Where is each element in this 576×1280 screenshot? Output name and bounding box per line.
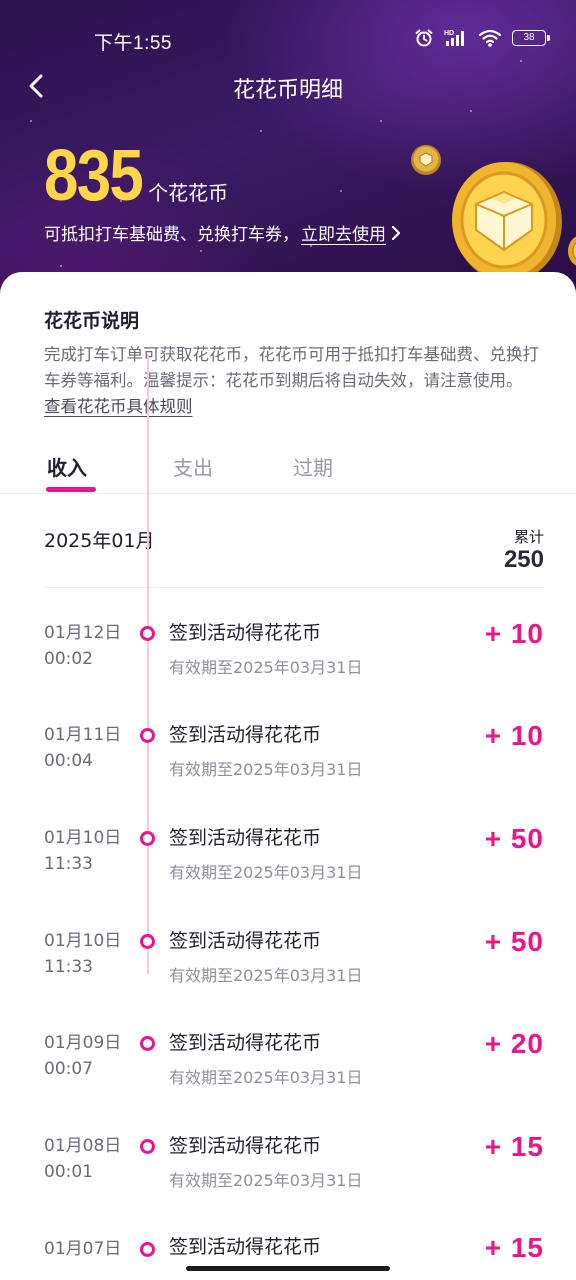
balance-description-text: 可抵扣打车基础费、兑换打车券， (44, 225, 299, 245)
entry-amount: + 50 (484, 823, 544, 854)
entry-time: 00:04 (44, 751, 93, 771)
wifi-icon (478, 29, 502, 47)
timeline-dot (140, 626, 155, 641)
entry-amount: + 10 (484, 720, 544, 751)
entry-amount: + 50 (484, 926, 544, 957)
timeline-dot (140, 1139, 155, 1154)
entry-expiry: 有效期至2025年03月31日 (169, 1068, 363, 1087)
timeline-dot (140, 1036, 155, 1051)
entry-amount: + 20 (484, 1028, 544, 1059)
page-title: 花花币明细 (232, 78, 343, 103)
signal-icon: HD (444, 30, 464, 46)
entry-amount: + 10 (484, 618, 544, 649)
timeline-dot (140, 1242, 155, 1257)
entry-title: 签到活动得花花币 (169, 1236, 322, 1258)
active-tab-indicator (46, 487, 96, 492)
entry-date: 01月11日 00:04 (44, 722, 121, 774)
list-item[interactable]: 01月10日 11:33 签到活动得花花币 有效期至2025年03月31日 + … (0, 926, 576, 1028)
entry-title: 签到活动得花花币 (169, 1032, 322, 1054)
balance-summary: 835 个花花币 (44, 140, 228, 212)
entry-day: 01月09日 (44, 1033, 122, 1053)
tab-bar: 收入 支出 过期 (0, 448, 576, 494)
coin-icon (568, 236, 576, 266)
entry-amount: + 15 (484, 1131, 544, 1162)
tab-expired[interactable]: 过期 (293, 452, 333, 481)
entry-day: 01月12日 (44, 623, 122, 643)
list-item[interactable]: 01月10日 11:33 签到活动得花花币 有效期至2025年03月31日 + … (0, 823, 576, 925)
total-value: 250 (503, 546, 544, 573)
status-icons: HD 38 (414, 28, 550, 48)
entry-title: 签到活动得花花币 (169, 827, 322, 849)
entry-time: 00:07 (44, 1059, 93, 1079)
nav-bar: 花花币明细 (0, 66, 576, 106)
entry-day: 01月10日 (44, 828, 122, 848)
entry-date: 01月08日 00:01 (44, 1133, 121, 1185)
status-time: 下午1:55 (94, 33, 172, 54)
list-item[interactable]: 01月08日 00:01 签到活动得花花币 有效期至2025年03月31日 + … (0, 1131, 576, 1233)
total-label: 累计 (513, 528, 544, 546)
battery-icon: 38 (512, 30, 550, 46)
entry-title: 签到活动得花花币 (169, 724, 322, 746)
alarm-icon (415, 29, 433, 47)
status-bar: 下午1:55 HD 38 (0, 24, 576, 58)
entry-date: 01月07日 (44, 1236, 121, 1262)
entry-expiry: 有效期至2025年03月31日 (169, 966, 363, 985)
entry-expiry: 有效期至2025年03月31日 (169, 760, 363, 779)
chevron-right-icon[interactable] (390, 225, 402, 241)
list-item[interactable]: 01月09日 00:07 签到活动得花花币 有效期至2025年03月31日 + … (0, 1028, 576, 1130)
entry-time: 11:33 (44, 854, 93, 874)
month-label: 2025年01月 (44, 530, 155, 552)
entry-date: 01月10日 11:33 (44, 825, 121, 877)
svg-text:HD: HD (444, 30, 454, 37)
rules-link[interactable]: 查看花花币具体规则 (44, 397, 193, 416)
entry-expiry: 有效期至2025年03月31日 (169, 658, 363, 677)
list-item[interactable]: 01月12日 00:02 签到活动得花花币 有效期至2025年03月31日 + … (0, 618, 576, 720)
coin-icon (452, 162, 562, 288)
entry-expiry: 有效期至2025年03月31日 (169, 1171, 363, 1190)
timeline-dot (140, 728, 155, 743)
entry-date: 01月10日 11:33 (44, 928, 121, 980)
month-summary: 2025年01月 累计 250 (44, 526, 544, 588)
list-item[interactable]: 01月07日 签到活动得花花币 + 15 (0, 1236, 576, 1280)
header-banner: 下午1:55 HD 38 花花币明细 835 个花花币 可抵扣打车基础费、兑换打… (0, 0, 576, 310)
use-now-link[interactable]: 立即去使用 (301, 220, 386, 245)
entry-day: 01月11日 (44, 725, 122, 745)
balance-unit: 个花花币 (148, 181, 229, 205)
entry-time: 00:02 (44, 649, 93, 669)
info-description: 完成打车订单可获取花花币，花花币可用于抵扣打车基础费、兑换打车券等福利。温馨提示… (44, 342, 544, 420)
tab-income[interactable]: 收入 (47, 452, 87, 481)
info-text: 完成打车订单可获取花花币，花花币可用于抵扣打车基础费、兑换打车券等福利。温馨提示… (44, 345, 539, 390)
entry-title: 签到活动得花花币 (169, 622, 322, 644)
entry-date: 01月12日 00:02 (44, 620, 121, 672)
entry-time: 11:33 (44, 957, 93, 977)
entry-day: 01月08日 (44, 1136, 122, 1156)
entry-title: 签到活动得花花币 (169, 930, 322, 952)
balance-amount: 835 (44, 136, 144, 216)
entry-title: 签到活动得花花币 (169, 1135, 322, 1157)
entry-day: 01月10日 (44, 931, 122, 951)
list-item[interactable]: 01月11日 00:04 签到活动得花花币 有效期至2025年03月31日 + … (0, 720, 576, 822)
coin-icon (411, 145, 441, 175)
entry-expiry: 有效期至2025年03月31日 (169, 863, 363, 882)
info-title: 花花币说明 (44, 310, 140, 332)
timeline-dot (140, 831, 155, 846)
entry-date: 01月09日 00:07 (44, 1030, 121, 1082)
tab-expense[interactable]: 支出 (173, 452, 213, 481)
home-indicator[interactable] (186, 1266, 390, 1271)
balance-description: 可抵扣打车基础费、兑换打车券， 立即去使用 (44, 220, 402, 245)
entry-day: 01月07日 (44, 1239, 122, 1259)
entry-time: 00:01 (44, 1162, 93, 1182)
entry-amount: + 15 (484, 1236, 544, 1263)
timeline-dot (140, 934, 155, 949)
